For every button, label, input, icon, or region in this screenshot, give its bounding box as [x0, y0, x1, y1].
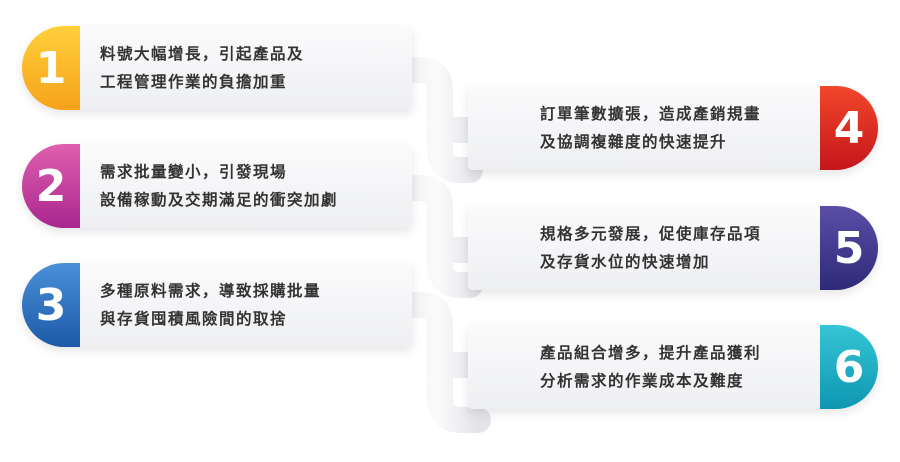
step-5-line-2: 及存貨水位的快速增加	[540, 253, 711, 271]
step-5-line-1: 規格多元發展，促使庫存品項	[540, 225, 762, 243]
step-text-6: 產品組合增多，提升產品獲利 分析需求的作業成本及難度	[540, 339, 761, 395]
step-4-line-1: 訂單筆數擴張，造成產銷規畫	[540, 105, 762, 123]
step-3-line-2: 與存貨囤積風險間的取捨	[100, 310, 288, 328]
step-card-5: 規格多元發展，促使庫存品項 及存貨水位的快速增加 5	[468, 206, 878, 290]
step-6-line-1: 產品組合增多，提升產品獲利	[540, 344, 762, 362]
step-2-line-2: 設備稼動及交期滿足的衝突加劇	[100, 191, 339, 209]
step-2-line-1: 需求批量變小，引發現場	[100, 163, 288, 181]
step-1-line-2: 工程管理作業的負擔加重	[100, 73, 288, 91]
step-text-4: 訂單筆數擴張，造成產銷規畫 及協調複雜度的快速提升	[540, 100, 761, 156]
step-text-3: 多種原料需求，導致採購批量 與存貨囤積風險間的取捨	[100, 277, 321, 333]
step-text-2: 需求批量變小，引發現場 設備稼動及交期滿足的衝突加劇	[100, 158, 338, 214]
step-card-6: 產品組合增多，提升產品獲利 分析需求的作業成本及難度 6	[468, 325, 878, 409]
step-4-line-2: 及協調複雜度的快速提升	[540, 133, 728, 151]
step-card-2: 2 需求批量變小，引發現場 設備稼動及交期滿足的衝突加劇	[22, 144, 412, 228]
step-card-1: 1 料號大幅增長，引起產品及 工程管理作業的負擔加重	[22, 26, 412, 110]
step-1-line-1: 料號大幅增長，引起產品及	[100, 45, 305, 63]
step-text-5: 規格多元發展，促使庫存品項 及存貨水位的快速增加	[540, 220, 761, 276]
step-3-line-1: 多種原料需求，導致採購批量	[100, 282, 322, 300]
step-card-4: 訂單筆數擴張，造成產銷規畫 及協調複雜度的快速提升 4	[468, 86, 878, 170]
step-text-1: 料號大幅增長，引起產品及 工程管理作業的負擔加重	[100, 40, 304, 96]
step-6-line-2: 分析需求的作業成本及難度	[540, 372, 745, 390]
step-card-3: 3 多種原料需求，導致採購批量 與存貨囤積風險間的取捨	[22, 263, 412, 347]
